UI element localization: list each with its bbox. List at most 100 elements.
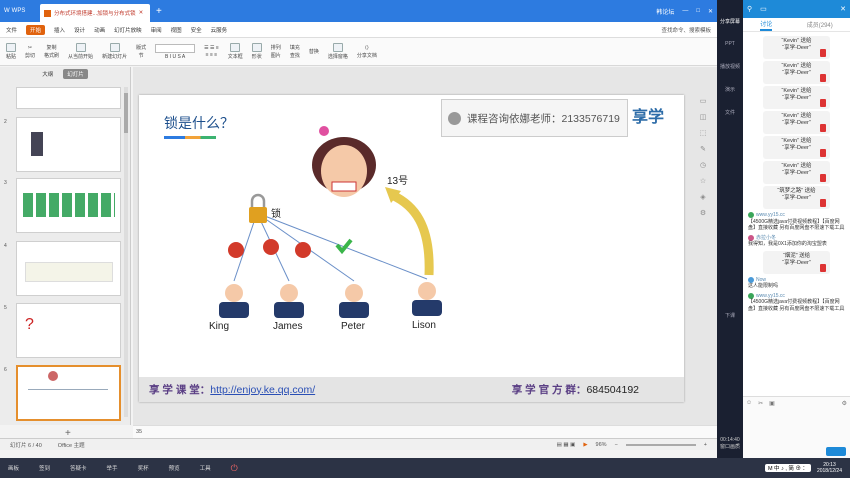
share-screen-button[interactable]: 分享屏幕 (720, 18, 740, 25)
taskbar-item[interactable]: 工具 (200, 464, 211, 472)
slide-thumbnail[interactable] (16, 178, 121, 233)
tab-discussion[interactable]: 讨论 (760, 19, 773, 31)
paste-button[interactable]: 粘贴 (6, 43, 16, 60)
new-slide-button[interactable]: 新建幻灯片 (102, 43, 127, 60)
menu-design[interactable]: 设计 (74, 26, 85, 34)
tool-icon[interactable]: ☆ (700, 177, 706, 185)
cut-button[interactable]: ✂ 剪切 (25, 45, 35, 59)
chat-message: Now 这人能限制吗 (748, 276, 779, 289)
minimize-button[interactable]: — (682, 8, 688, 14)
menu-slideshow[interactable]: 幻灯片放映 (114, 26, 142, 34)
taskbar-item[interactable]: 签到 (39, 464, 50, 472)
emoji-icon[interactable]: ☺ (746, 400, 752, 407)
new-tab-button[interactable]: + (156, 6, 162, 17)
close-icon[interactable]: ✕ (840, 5, 846, 13)
team-photos (23, 193, 115, 217)
tool-icon[interactable]: ◈ (700, 193, 705, 201)
menu-insert[interactable]: 插入 (54, 26, 65, 34)
scrollbar-thumb[interactable] (124, 93, 128, 133)
taskbar-item[interactable]: 预览 (169, 464, 180, 472)
taskbar-item[interactable]: 答疑卡 (70, 464, 87, 472)
power-icon[interactable]: ⏻ (231, 463, 238, 474)
title-right: 韩论坛 — □ ✕ (656, 7, 713, 16)
tool-icon[interactable]: ▭ (700, 97, 707, 105)
slide-thumbnail[interactable] (16, 117, 121, 172)
menu-security[interactable]: 安全 (191, 26, 202, 34)
zoom-slider[interactable] (625, 443, 696, 446)
menu-animation[interactable]: 动画 (94, 26, 105, 34)
select-pane-button[interactable]: 选择窗格 (328, 43, 348, 60)
font-controls[interactable]: B I U S A (155, 43, 196, 60)
taskbar-item[interactable]: 举手 (107, 464, 118, 472)
username[interactable]: 韩论坛 (656, 7, 674, 16)
replace-button[interactable]: 替换 (309, 48, 319, 55)
classroom-toolbar: 分享屏幕 PPT 播放视频 演示 文件 下课 00:14:40 窗口画质 (717, 0, 743, 458)
file-button[interactable]: 文件 (725, 109, 735, 116)
zoom-in-icon[interactable]: + (704, 442, 707, 448)
slide-thumbnail[interactable]: ? (16, 303, 121, 358)
tool-icon[interactable]: ◫ (700, 113, 707, 121)
fill-button[interactable]: 填充 查找 (290, 44, 300, 59)
document-tab[interactable]: 分布式环境搭建...加锁与分布式锁 ✕ (40, 4, 150, 22)
footer-link[interactable]: http://enjoy.ke.qq.com/ (210, 384, 315, 396)
tool-icon[interactable]: ⚙ (700, 209, 706, 217)
tool-icon[interactable]: ✎ (700, 145, 706, 153)
zoom-out-icon[interactable]: − (615, 442, 618, 448)
menu-view[interactable]: 视图 (171, 26, 182, 34)
slide-thumbnail[interactable] (16, 87, 121, 109)
from-current-button[interactable]: 从当前开始 (68, 43, 93, 60)
slide-thumbnail-current[interactable] (16, 365, 121, 421)
pin-icon[interactable]: ⚲ (747, 5, 752, 13)
arrange-button[interactable]: 排列 图片 (271, 44, 281, 59)
window-icon[interactable]: ▭ (760, 5, 767, 13)
align-icon: ≡ ≡ ≡ (205, 52, 218, 58)
list-icon: ☰ ☰ ≡ (204, 45, 219, 51)
copy-button[interactable]: 复制 格式刷 (44, 44, 59, 59)
video-button[interactable]: 播放视频 (720, 63, 740, 70)
ppt-button[interactable]: PPT (725, 41, 735, 47)
demo-button[interactable]: 演示 (725, 86, 735, 93)
taskbar-item[interactable]: 画板 (8, 464, 19, 472)
slide-thumbnail[interactable] (16, 241, 121, 296)
tab-outline[interactable]: 大纲 (42, 70, 53, 78)
zoom-level[interactable]: 96% (596, 442, 607, 448)
scissors-icon[interactable]: ✂ (758, 400, 763, 407)
menu-file[interactable]: 文件 (6, 26, 17, 34)
font-name-select[interactable] (155, 43, 196, 53)
gift-message: “Kevin” 送给 “享学-Deer” (763, 36, 830, 59)
download-button[interactable]: 下课 (725, 312, 735, 319)
slide-panel-scrollbar[interactable] (124, 87, 128, 417)
chat-message: www.yy15.cc 【4500G精选java付费视频教程】【百度网盘】直接收藏… (748, 292, 845, 312)
send-button[interactable] (826, 447, 846, 456)
tab-members[interactable]: 成员(294) (807, 20, 833, 29)
share-button[interactable]: ⟨⟩ 分享文档 (357, 45, 377, 59)
view-icons[interactable]: ▤ ▦ ▣ (557, 442, 576, 448)
menu-start[interactable]: 开始 (26, 24, 46, 35)
textbox-button[interactable]: 文本框 (228, 43, 243, 60)
menu-review[interactable]: 审阅 (151, 26, 162, 34)
command-search[interactable]: 查找命令、搜索模板 (661, 26, 711, 34)
notes-text: 35 (136, 429, 143, 435)
taskbar-item[interactable]: 奖杯 (138, 464, 149, 472)
input-method[interactable]: M 中 ♪ , 简 ⊕ ： (764, 464, 811, 472)
close-button[interactable]: ✕ (708, 8, 713, 15)
paragraph-controls[interactable]: ☰ ☰ ≡ ≡ ≡ ≡ (204, 45, 219, 58)
clock[interactable]: 20:13 2018/12/24 (817, 462, 842, 474)
tab-slides[interactable]: 幻灯片 (63, 69, 88, 79)
close-icon[interactable]: ✕ (139, 10, 144, 16)
slide-number: 4 (4, 243, 7, 249)
gift-message: “烟泥” 送给 “享学-Deer” (763, 250, 830, 274)
layout-button[interactable]: 版式节 (136, 44, 146, 59)
tool-icon[interactable]: ◷ (700, 161, 706, 169)
image-icon[interactable]: ▣ (769, 400, 775, 407)
menu-cloud[interactable]: 云服务 (211, 26, 228, 34)
shape-button[interactable]: 形状 (251, 43, 262, 60)
tool-icon[interactable]: ⬚ (700, 129, 707, 137)
play-icon[interactable]: ▶ (583, 442, 587, 448)
notes-area[interactable]: 35 (133, 425, 717, 438)
chat-input-area[interactable]: ☺ ✂ ▣ ⚙ (743, 396, 850, 458)
wps-logo[interactable]: W WPS (4, 8, 40, 14)
maximize-button[interactable]: □ (696, 8, 700, 14)
slide[interactable]: 锁是什么？ 课程咨询依娜老师：2133576719 享学 锁 13号 King … (139, 95, 684, 402)
settings-icon[interactable]: ⚙ (842, 400, 847, 407)
